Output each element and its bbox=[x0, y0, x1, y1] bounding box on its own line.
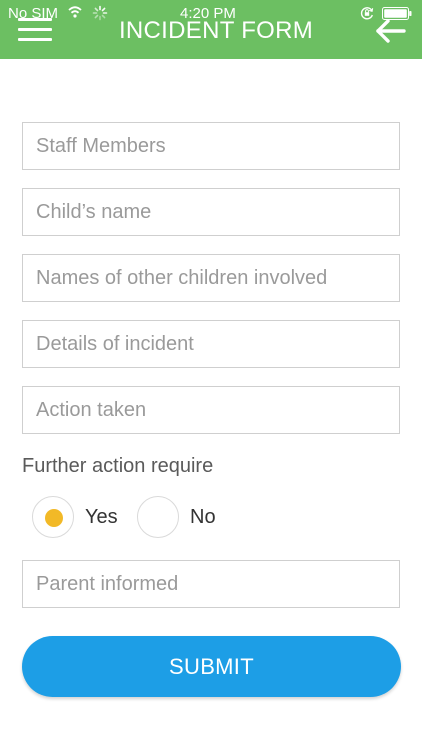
radio-no-circle[interactable] bbox=[137, 496, 179, 538]
parent-informed-input[interactable] bbox=[22, 560, 400, 608]
page-title: INCIDENT FORM bbox=[118, 17, 314, 44]
radio-yes[interactable]: Yes bbox=[32, 496, 122, 538]
incident-details-input[interactable] bbox=[22, 320, 400, 368]
child-name-input[interactable] bbox=[22, 188, 400, 236]
action-taken-input[interactable] bbox=[22, 386, 400, 434]
radio-yes-circle[interactable] bbox=[32, 496, 74, 538]
submit-button[interactable]: SUBMIT bbox=[22, 636, 401, 697]
radio-no[interactable]: No bbox=[137, 496, 221, 538]
further-action-label: Further action require bbox=[22, 455, 214, 477]
radio-no-label: No bbox=[190, 506, 216, 528]
radio-yes-label: Yes bbox=[85, 506, 118, 528]
staff-members-input[interactable] bbox=[22, 122, 400, 170]
radio-selected-dot bbox=[45, 509, 63, 527]
wifi-icon bbox=[68, 6, 82, 18]
other-children-input[interactable] bbox=[22, 254, 400, 302]
back-arrow-icon[interactable] bbox=[374, 17, 406, 45]
app-header: No SIM 4:20 PM INCIDENT FORM bbox=[0, 0, 422, 59]
